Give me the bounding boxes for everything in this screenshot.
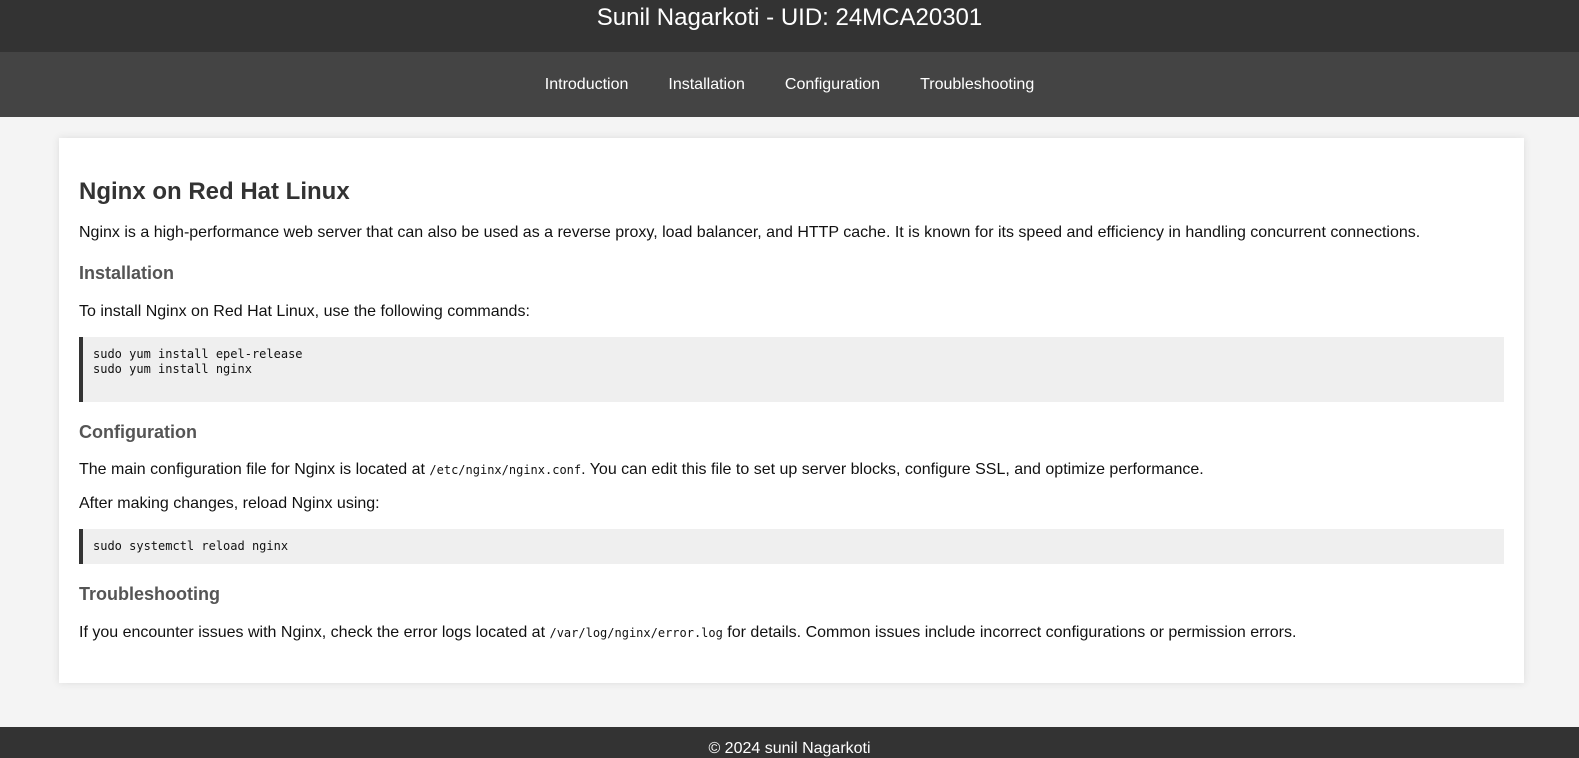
- troubleshooting-text-before: If you encounter issues with Nginx, chec…: [79, 624, 550, 641]
- troubleshooting-text: If you encounter issues with Nginx, chec…: [79, 624, 1296, 642]
- reload-text: After making changes, reload Nginx using…: [79, 495, 380, 512]
- nav-link-introduction[interactable]: Introduction: [545, 76, 629, 94]
- config-path-code: /etc/nginx/nginx.conf: [429, 463, 582, 477]
- nav-bar: Introduction Installation Configuration …: [0, 52, 1579, 117]
- footer-copyright: © 2024 sunil Nagarkoti: [708, 740, 871, 757]
- error-log-path-code: /var/log/nginx/error.log: [549, 626, 723, 640]
- configuration-text: The main configuration file for Nginx is…: [79, 461, 1204, 479]
- intro-paragraph: Nginx is a high-performance web server t…: [79, 224, 1421, 241]
- site-title: Sunil Nagarkoti - UID: 24MCA20301: [596, 4, 983, 31]
- nav-link-configuration[interactable]: Configuration: [785, 76, 880, 94]
- configuration-heading: Configuration: [79, 422, 197, 442]
- reload-code-block: sudo systemctl reload nginx: [79, 529, 1504, 564]
- installation-text: To install Nginx on Red Hat Linux, use t…: [79, 303, 530, 320]
- nav-link-troubleshooting[interactable]: Troubleshooting: [920, 76, 1034, 94]
- nav-link-installation[interactable]: Installation: [668, 76, 745, 94]
- site-footer: © 2024 sunil Nagarkoti: [0, 727, 1579, 758]
- troubleshooting-heading: Troubleshooting: [79, 584, 220, 604]
- installation-code-block: sudo yum install epel-release sudo yum i…: [79, 337, 1504, 402]
- site-header: Sunil Nagarkoti - UID: 24MCA20301: [0, 0, 1579, 52]
- troubleshooting-text-after: for details. Common issues include incor…: [722, 624, 1297, 641]
- configuration-text-before: The main configuration file for Nginx is…: [79, 461, 430, 478]
- configuration-text-after: . You can edit this file to set up serve…: [581, 461, 1204, 478]
- installation-heading: Installation: [79, 263, 175, 283]
- page-title: Nginx on Red Hat Linux: [79, 178, 350, 205]
- content-card: Nginx on Red Hat Linux Nginx is a high-p…: [59, 138, 1524, 683]
